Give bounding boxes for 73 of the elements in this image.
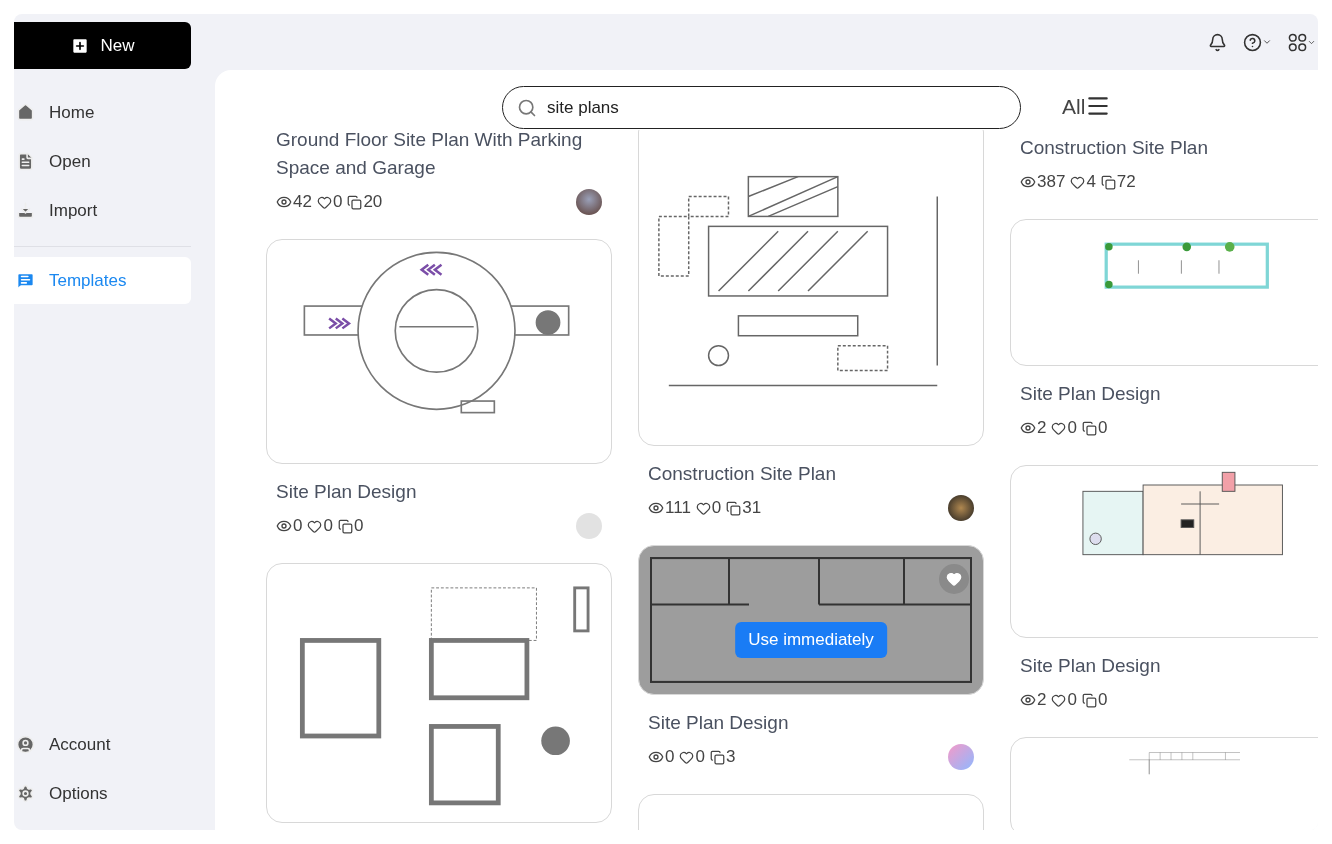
likes-icon bbox=[1051, 692, 1067, 708]
template-title[interactable]: Site Plan Design bbox=[1010, 380, 1318, 408]
views-icon bbox=[1020, 174, 1036, 190]
like-count: 4 bbox=[1086, 171, 1096, 194]
notifications-icon[interactable] bbox=[1208, 32, 1227, 52]
copies-icon bbox=[347, 194, 363, 210]
template-thumbnail[interactable] bbox=[266, 563, 612, 823]
like-count: 0 bbox=[695, 746, 705, 769]
apps-menu-icon[interactable] bbox=[1288, 32, 1316, 52]
template-thumbnail[interactable]: Use immediately bbox=[638, 545, 984, 695]
copies-icon bbox=[1100, 174, 1116, 190]
likes-icon bbox=[695, 500, 711, 516]
copies-icon bbox=[709, 749, 725, 765]
avatar-icon[interactable] bbox=[948, 495, 974, 521]
like-count: 0 bbox=[332, 191, 343, 214]
likes-icon bbox=[307, 518, 323, 534]
likes-icon bbox=[679, 749, 695, 765]
view-count: 111 bbox=[665, 497, 691, 520]
sidebar-item[interactable]: Import bbox=[14, 187, 191, 234]
views-icon bbox=[276, 518, 292, 534]
sidebar-item[interactable]: Options bbox=[14, 769, 191, 818]
copy-count: 20 bbox=[363, 191, 383, 214]
view-count: 2 bbox=[1037, 689, 1047, 712]
use-template-button[interactable]: Use immediately bbox=[735, 622, 887, 658]
view-count: 42 bbox=[293, 191, 312, 214]
copy-count: 31 bbox=[742, 497, 762, 520]
sidebar-item[interactable]: Open bbox=[14, 138, 191, 185]
views-icon bbox=[648, 749, 664, 765]
likes-icon bbox=[316, 194, 332, 210]
copies-icon bbox=[337, 518, 353, 534]
new-button[interactable]: New bbox=[14, 22, 191, 69]
copy-count: 0 bbox=[1097, 689, 1108, 712]
likes-icon bbox=[1070, 174, 1086, 190]
view-count: 0 bbox=[665, 746, 675, 769]
views-icon bbox=[276, 194, 292, 210]
copies-icon bbox=[726, 500, 742, 516]
template-thumbnail[interactable] bbox=[266, 239, 612, 464]
like-count: 0 bbox=[1067, 689, 1077, 712]
copies-icon bbox=[1081, 420, 1097, 436]
help-menu-icon[interactable] bbox=[1243, 32, 1272, 52]
copy-count: 72 bbox=[1116, 171, 1136, 194]
heart-icon bbox=[946, 571, 962, 587]
template-thumbnail[interactable] bbox=[1010, 219, 1318, 366]
sidebar-item[interactable]: Templates bbox=[14, 257, 191, 304]
like-count: 0 bbox=[1067, 417, 1077, 440]
filter-menu[interactable]: All bbox=[1062, 90, 1112, 122]
template-title[interactable]: Construction Site Plan bbox=[1010, 134, 1318, 162]
copies-icon bbox=[1081, 692, 1097, 708]
like-count: 0 bbox=[323, 515, 333, 538]
template-thumbnail[interactable] bbox=[1010, 465, 1318, 638]
views-icon bbox=[1020, 420, 1036, 436]
template-title[interactable]: Site Plan Design bbox=[266, 478, 612, 506]
copy-count: 3 bbox=[725, 746, 736, 769]
template-title[interactable]: Construction Site Plan bbox=[638, 460, 984, 488]
copy-count: 0 bbox=[1097, 417, 1108, 440]
view-count: 2 bbox=[1037, 417, 1047, 440]
views-icon bbox=[1020, 692, 1036, 708]
view-count: 387 bbox=[1037, 171, 1066, 194]
search-icon bbox=[517, 97, 537, 118]
template-title[interactable]: Ground Floor Site Plan With Parking Space and Garage bbox=[266, 130, 612, 182]
template-title[interactable]: Site Plan Design bbox=[1010, 652, 1318, 680]
sidebar-item[interactable]: Home bbox=[14, 89, 191, 136]
copy-count: 0 bbox=[353, 515, 364, 538]
views-icon bbox=[648, 500, 664, 516]
sidebar-item[interactable]: Account bbox=[14, 720, 191, 769]
template-title[interactable]: Site Plan Design bbox=[638, 709, 984, 737]
view-count: 0 bbox=[293, 515, 303, 538]
likes-icon bbox=[1051, 420, 1067, 436]
like-count: 0 bbox=[711, 497, 722, 520]
favorite-button[interactable] bbox=[939, 564, 969, 594]
avatar-icon[interactable] bbox=[576, 189, 602, 215]
templates-icon bbox=[16, 271, 35, 290]
template-thumbnail[interactable] bbox=[638, 130, 984, 446]
